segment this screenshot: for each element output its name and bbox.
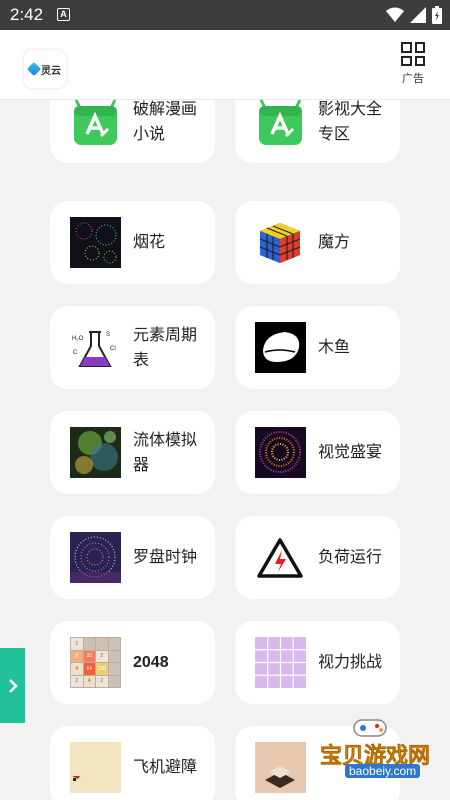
tile-2048 [108,663,120,675]
card-title: 木鱼 [318,339,351,356]
rubiks-cube-icon [255,217,306,268]
card-title: 影视大全专区 [318,100,383,143]
fluid-icon [70,427,121,478]
gamepad-icon [353,719,387,737]
card-fluid-simulator[interactable]: 流体模拟器 [50,411,215,494]
tile-2048: 4 [71,663,83,675]
card-title: 负荷运行 [318,549,383,566]
fireworks-icon [70,217,121,268]
compass-clock-icon [70,532,121,583]
card-fireworks[interactable]: 烟花 [50,201,215,284]
android-app-icon [70,100,121,147]
svg-text:Cl: Cl [110,346,116,352]
card-title: 视力挑战 [318,654,383,671]
color-grid-icon [255,637,306,688]
svg-text:S: S [106,332,110,338]
tile-2048: 64 [83,663,95,675]
tile-2048: 2 [96,650,108,662]
card-title: 飞机避障 [133,759,198,776]
card-title: 罗盘时钟 [133,549,198,566]
signal-icon [410,7,426,23]
tile-2048: 2 [71,638,83,650]
card-2048[interactable]: 2 8 32 2 4 64 128 2 4 2 2048 [50,621,215,704]
card-title: 2048 [133,654,169,671]
card-title: 流体模拟器 [133,431,198,474]
chevron-right-icon [8,678,18,693]
logo-cube-icon [26,61,42,77]
tile-2048 [83,638,95,650]
side-expand-tab[interactable] [0,648,25,723]
wifi-icon [386,7,404,22]
card-title: 破解漫画小说 [133,100,198,143]
plane-icon [70,742,121,793]
card-title: 元素周期表 [133,326,198,369]
tile-2048: 32 [83,650,95,662]
ad-label: 广告 [402,73,424,85]
app-logo[interactable]: 灵云 [24,50,66,88]
android-app-icon [255,100,306,147]
card-compass-clock[interactable]: 罗盘时钟 [50,516,215,599]
card-title: 烟花 [133,234,166,251]
watermark-logo: 宝贝游戏网 baobeiy.com [290,712,440,792]
card-title: 视觉盛宴 [318,444,383,461]
card-wooden-fish[interactable]: 木鱼 [235,306,400,389]
app-bar: 灵云 广告 [0,30,450,100]
card-plane-dodge[interactable]: 飞机避障 [50,726,215,800]
svg-text:H₂O: H₂O [72,336,84,342]
tile-2048 [108,675,120,687]
notification-a-icon: A [57,8,70,21]
tile-2048 [108,650,120,662]
card-title: 魔方 [318,234,351,251]
tile-2048: 8 [71,650,83,662]
card-video-zone[interactable]: 影视大全专区 [235,100,400,163]
card-periodic-table[interactable]: H₂O S Cl C 元素周期表 [50,306,215,389]
ad-qr-button[interactable]: 广告 [398,42,428,86]
status-bar: 2:42 A [0,0,450,30]
status-time: 2:42 [10,5,44,24]
2048-grid-icon: 2 8 32 2 4 64 128 2 4 2 [70,637,121,688]
warning-icon [255,532,306,583]
chemistry-flask-icon: H₂O S Cl C [70,322,121,373]
logo-text: 灵云 [41,65,61,77]
tile-2048: 2 [96,675,108,687]
card-comic-novel[interactable]: 破解漫画小说 [50,100,215,163]
battery-icon [432,6,442,24]
svg-text:C: C [73,350,78,356]
tile-2048: 128 [96,663,108,675]
watermark-url: baobeiy.com [345,764,421,778]
wooden-fish-icon [255,322,306,373]
system-icons [386,6,442,24]
particle-sphere-icon [255,427,306,478]
tool-grid: 破解漫画小说 影视大全专区 烟花 魔方 H₂O S Cl C 元素周期表 木鱼 [0,100,450,800]
tile-2048 [108,638,120,650]
tile-2048: 2 [71,675,83,687]
card-visual-feast[interactable]: 视觉盛宴 [235,411,400,494]
qr-code-icon [401,42,425,66]
tile-2048 [96,638,108,650]
card-rubiks-cube[interactable]: 魔方 [235,201,400,284]
card-load-run[interactable]: 负荷运行 [235,516,400,599]
card-vision-challenge[interactable]: 视力挑战 [235,621,400,704]
tile-2048: 4 [83,675,95,687]
